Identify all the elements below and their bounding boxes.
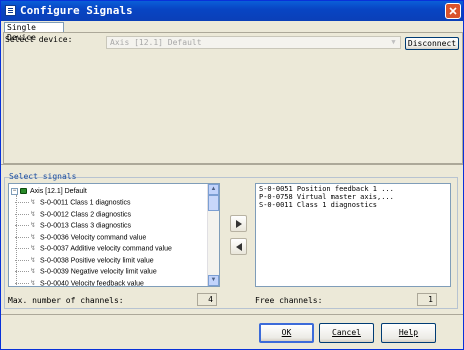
tree-item[interactable]: ↯ S-0-0039 Negative velocity limit value: [15, 266, 157, 277]
tree-item[interactable]: ↯ S-0-0013 Class 3 diagnostics: [15, 220, 131, 231]
divider: [1, 164, 463, 165]
tree-item[interactable]: ↯ S-0-0037 Additive velocity command valu…: [15, 243, 172, 254]
title-bar[interactable]: Configure Signals: [1, 1, 463, 21]
signal-icon: ↯: [30, 279, 36, 287]
free-channels-value: 1: [417, 293, 437, 306]
device-select-value: Axis [12.1] Default: [110, 38, 202, 47]
signal-icon: ↯: [30, 233, 36, 241]
scroll-down-icon[interactable]: ▼: [208, 275, 219, 286]
tree-item[interactable]: ↯ S-0-0036 Velocity command value: [15, 232, 146, 243]
free-channels-label: Free channels:: [255, 296, 323, 305]
axis-icon: [20, 188, 27, 195]
remove-signal-button[interactable]: [230, 238, 247, 255]
signal-icon: ↯: [30, 268, 36, 275]
list-item[interactable]: S-0-0011 Class 1 diagnostics: [259, 201, 447, 209]
device-panel: [3, 32, 463, 164]
chevron-down-icon[interactable]: ▼: [388, 37, 399, 48]
disconnect-button[interactable]: Disconnect: [405, 37, 459, 50]
close-x-icon: [449, 7, 457, 15]
max-channels-value: 4: [197, 293, 217, 306]
close-button[interactable]: [445, 3, 461, 19]
ok-button[interactable]: OK: [259, 323, 314, 343]
signal-icon: ↯: [30, 245, 36, 252]
list-item[interactable]: S-0-0051 Position feedback 1 ...: [259, 185, 447, 193]
tree-item[interactable]: ↯ S-0-0040 Velocity feedback value: [15, 278, 144, 287]
window-icon: [5, 5, 16, 16]
list-item[interactable]: P-0-0758 Virtual master axis,...: [259, 193, 447, 201]
arrow-left-icon: [236, 243, 242, 251]
tree-item[interactable]: ↯ S-0-0012 Class 2 diagnostics: [15, 209, 131, 220]
tree-scrollbar[interactable]: ▲ ▼: [207, 184, 219, 286]
select-signals-title: Select signals: [9, 172, 77, 181]
signal-icon: ↯: [30, 256, 36, 264]
tree-item[interactable]: ↯ S-0-0011 Class 1 diagnostics: [15, 197, 131, 208]
select-device-label: Select device:: [5, 35, 73, 44]
scroll-thumb[interactable]: [208, 195, 219, 211]
tree-root-label: Axis [12.1] Default: [30, 188, 87, 195]
add-signal-button[interactable]: [230, 215, 247, 232]
signal-icon: ↯: [30, 210, 36, 218]
arrow-right-icon: [236, 220, 242, 228]
divider: [1, 314, 463, 315]
signal-tree[interactable]: − Axis [12.1] Default ↯ S-0-0011 Class 1 d…: [8, 183, 220, 287]
device-select[interactable]: Axis [12.1] Default ▼: [106, 36, 401, 49]
configure-signals-dialog: Configure Signals Single Device Select d…: [0, 0, 464, 350]
help-button[interactable]: Help: [381, 323, 436, 343]
max-channels-label: Max. number of channels:: [8, 296, 124, 305]
cancel-button[interactable]: Cancel: [319, 323, 374, 343]
signal-icon: ↯: [30, 222, 36, 229]
scroll-up-icon[interactable]: ▲: [208, 184, 219, 195]
tree-item[interactable]: ↯ S-0-0038 Positive velocity limit value: [15, 255, 154, 266]
window-title: Configure Signals: [20, 4, 133, 17]
tree-root-node[interactable]: − Axis [12.1] Default: [11, 186, 87, 197]
signal-icon: ↯: [30, 199, 36, 206]
collapse-icon[interactable]: −: [11, 187, 18, 195]
selected-signals-list[interactable]: S-0-0051 Position feedback 1 ... P-0-075…: [255, 183, 451, 287]
